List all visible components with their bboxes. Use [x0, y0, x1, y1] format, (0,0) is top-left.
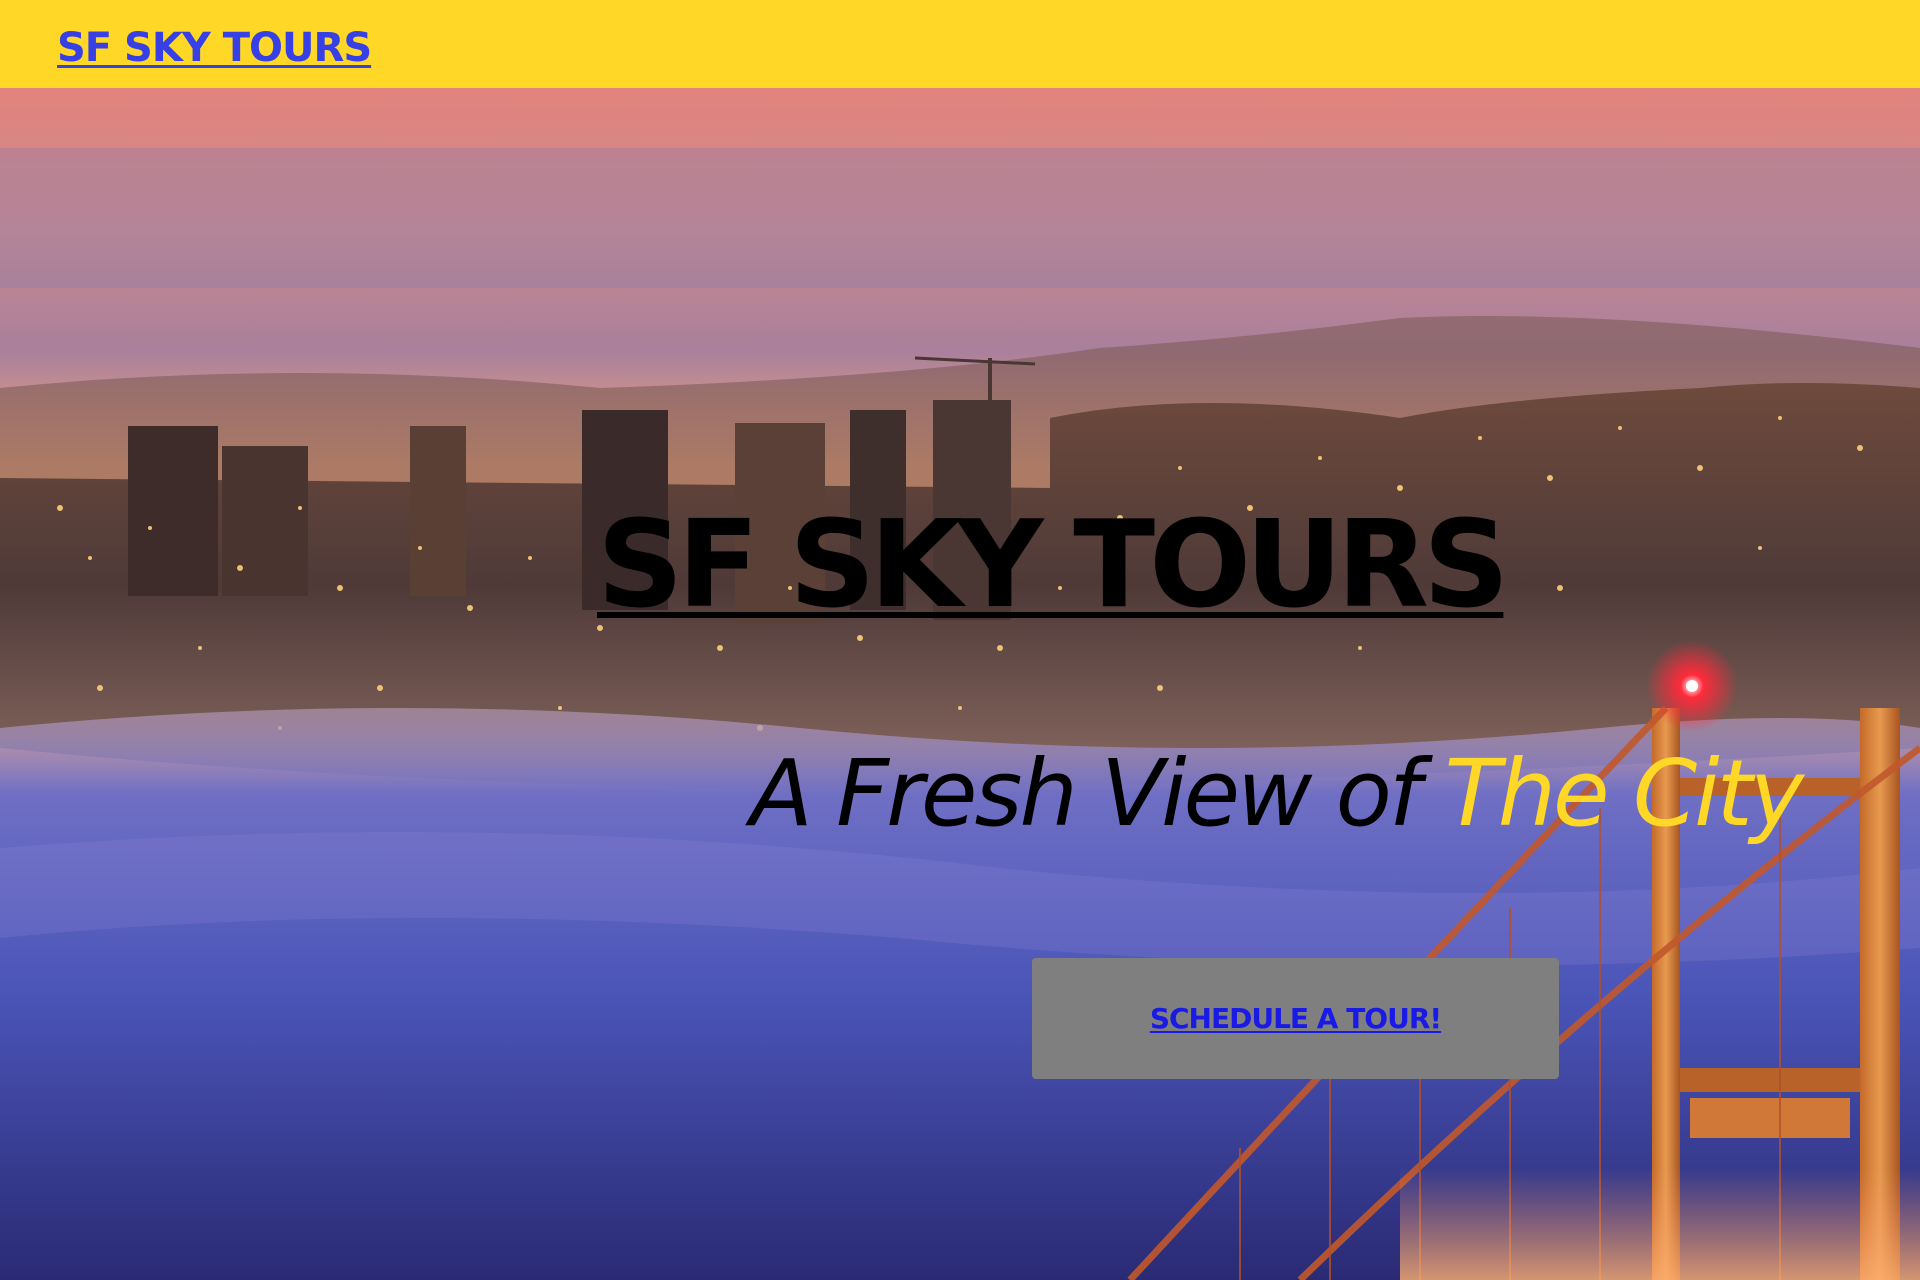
hero-subtitle-accent: The City [1444, 740, 1805, 847]
top-nav-bar: SF SKY TOURS [0, 0, 1920, 88]
page: SF SKY TOURS SF SKY TOURS A Fresh View o… [0, 0, 1920, 1280]
brand-home-link[interactable]: SF SKY TOURS [57, 28, 372, 68]
hero-background-image [0, 88, 1920, 1280]
hero-subtitle-prefix: A Fresh View of [750, 740, 1445, 847]
hero-subtitle: A Fresh View of The City [750, 748, 1804, 840]
schedule-tour-button[interactable]: SCHEDULE A TOUR! [1032, 958, 1559, 1079]
city-skyline-illustration [0, 88, 1920, 1280]
schedule-tour-link[interactable]: SCHEDULE A TOUR! [1150, 1002, 1442, 1035]
hero-title: SF SKY TOURS [597, 496, 1509, 635]
